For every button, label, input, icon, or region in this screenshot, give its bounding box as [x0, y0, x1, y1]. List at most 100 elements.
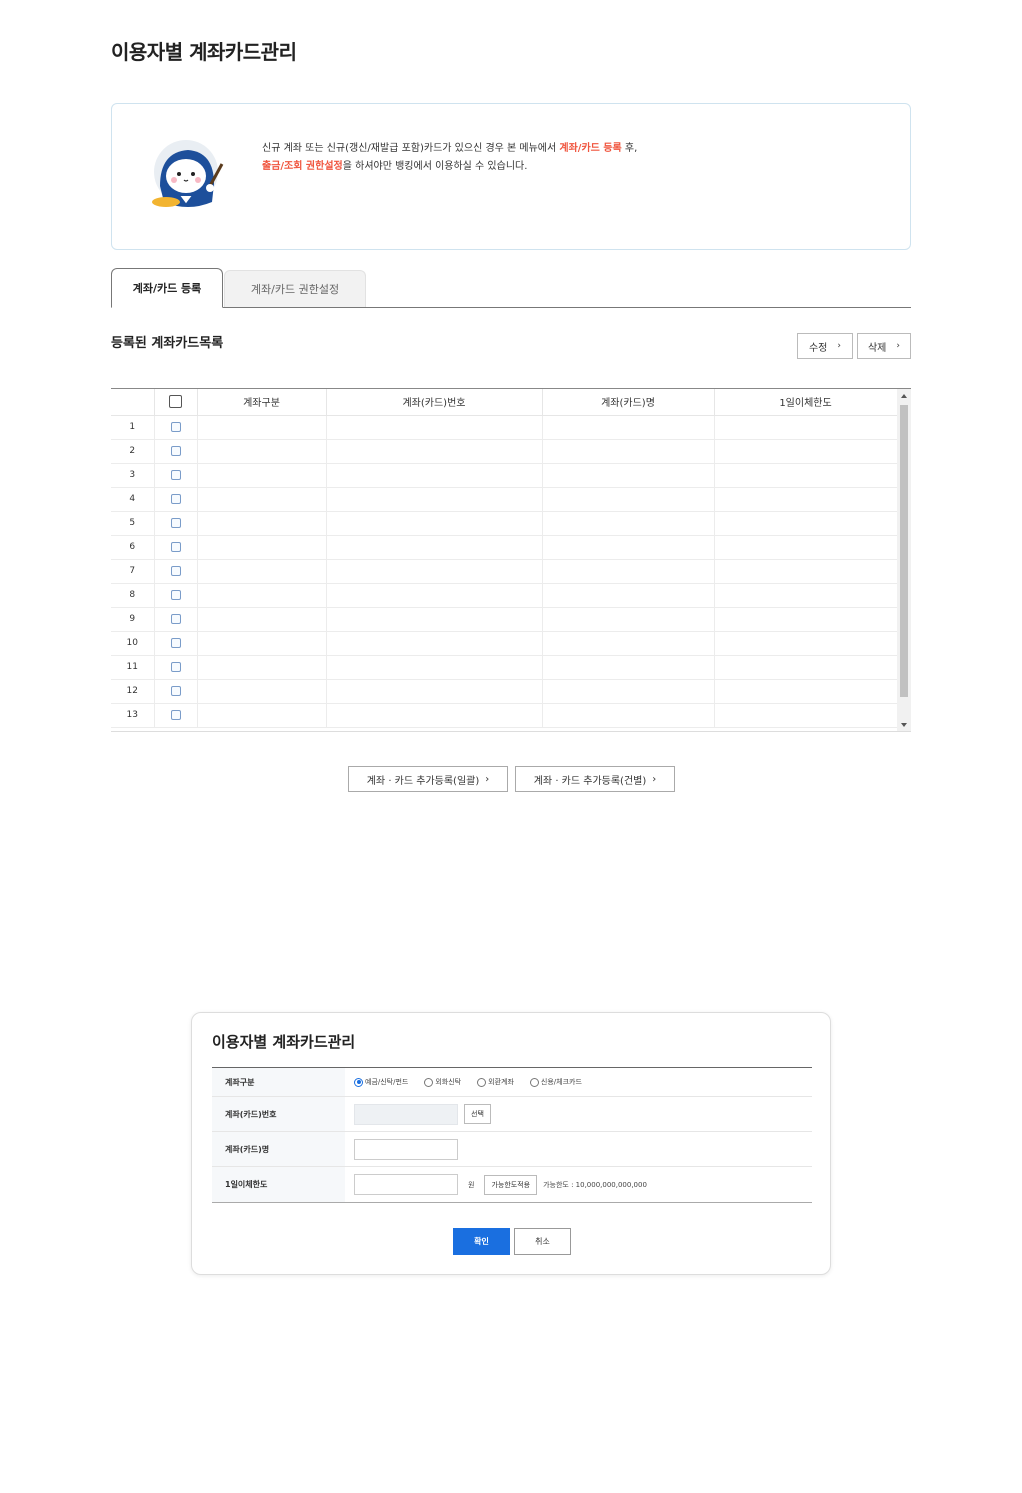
scroll-thumb[interactable]: [900, 405, 908, 697]
row-checkbox[interactable]: [170, 565, 181, 576]
row-checkbox[interactable]: [170, 445, 181, 456]
add-bulk-button[interactable]: 계좌 · 카드 추가등록(일괄) ›: [348, 766, 508, 792]
account-name-field[interactable]: [354, 1138, 458, 1160]
form-row-name: 계좌(카드)명: [212, 1132, 812, 1167]
table-row[interactable]: 4: [111, 487, 898, 512]
notice-line1: 신규 계좌 또는 신규(갱신/재발급 포함)카드가 있으신 경우 본 메뉴에서: [262, 143, 560, 154]
label-type: 계좌구분: [212, 1068, 345, 1096]
row-number: 10: [111, 631, 155, 656]
grid-header-number[interactable]: 계좌(카드)번호: [326, 389, 543, 416]
tab-account-permission[interactable]: 계좌/카드 권한설정: [224, 270, 366, 307]
apply-limit-button[interactable]: 가능한도적용: [484, 1174, 538, 1195]
daily-limit-field[interactable]: [354, 1174, 458, 1195]
table-row[interactable]: 5: [111, 511, 898, 536]
row-checkbox[interactable]: [170, 517, 181, 528]
delete-button[interactable]: 삭제 ›: [857, 333, 911, 359]
form-row-limit: 1일이체한도 원 가능한도적용 가능한도 : 10,000,000,000,00…: [212, 1167, 812, 1202]
row-checkbox[interactable]: [170, 589, 181, 600]
notice-line1-end: 후,: [621, 143, 638, 154]
row-number: 7: [111, 559, 155, 584]
row-number: 12: [111, 679, 155, 704]
row-checkbox[interactable]: [170, 469, 181, 480]
grid-header-limit[interactable]: 1일이체한도: [714, 389, 898, 416]
table-row[interactable]: 3: [111, 463, 898, 488]
radio-deposit-label: 예금/신탁/펀드: [365, 1078, 409, 1086]
row-number: 2: [111, 439, 155, 464]
notice-text: 신규 계좌 또는 신규(갱신/재발급 포함)카드가 있으신 경우 본 메뉴에서 …: [262, 140, 637, 176]
notice-highlight-permission: 출금/조회 권한설정: [262, 161, 343, 172]
section-title: 등록된 계좌카드목록: [111, 336, 224, 351]
table-row[interactable]: 7: [111, 559, 898, 584]
radio-card-label: 신용/체크카드: [540, 1078, 582, 1086]
table-row[interactable]: 11: [111, 655, 898, 680]
account-grid: 계좌구분 계좌(카드)번호 계좌(카드)명 1일이체한도 1 2 3 4 5 6…: [111, 388, 911, 732]
select-account-button[interactable]: 선택: [464, 1104, 491, 1124]
row-number: 3: [111, 463, 155, 488]
account-number-field: [354, 1103, 458, 1125]
chevron-right-icon: ›: [837, 341, 841, 351]
row-checkbox[interactable]: [170, 709, 181, 720]
chevron-right-icon: ›: [896, 341, 900, 351]
dialog-title: 이용자별 계좌카드관리: [212, 1033, 356, 1051]
table-row[interactable]: 1: [111, 415, 898, 440]
grid-header-rownum: [111, 389, 155, 416]
row-number: 1: [111, 415, 155, 440]
row-number: 4: [111, 487, 155, 512]
row-checkbox[interactable]: [170, 493, 181, 504]
row-checkbox[interactable]: [170, 661, 181, 672]
row-checkbox[interactable]: [170, 637, 181, 648]
form-row-number: 계좌(카드)번호 선택: [212, 1097, 812, 1132]
unit-label: 원: [468, 1180, 475, 1189]
mascot-image: [146, 138, 232, 218]
add-single-label: 계좌 · 카드 추가등록(건별): [533, 775, 647, 787]
label-name: 계좌(카드)명: [212, 1132, 345, 1166]
row-checkbox[interactable]: [170, 685, 181, 696]
chevron-right-icon: ›: [652, 773, 657, 785]
page-title: 이용자별 계좌카드관리: [111, 40, 297, 64]
edit-button[interactable]: 수정 ›: [797, 333, 853, 359]
row-number: 9: [111, 607, 155, 632]
radio-foreign-trust[interactable]: 외화신탁: [424, 1077, 461, 1087]
radio-icon: [424, 1077, 434, 1087]
table-row[interactable]: 10: [111, 631, 898, 656]
row-number: 6: [111, 535, 155, 560]
form-row-type: 계좌구분 예금/신탁/펀드 외화신탁 외환계좌 신용/체크카드: [212, 1068, 812, 1097]
table-row[interactable]: 6: [111, 535, 898, 560]
account-dialog: 이용자별 계좌카드관리 계좌구분 예금/신탁/펀드 외화신탁 외환계좌 신용/체…: [191, 1012, 831, 1275]
grid-scrollbar[interactable]: [897, 389, 911, 731]
table-row[interactable]: 8: [111, 583, 898, 608]
edit-button-label: 수정: [808, 342, 828, 354]
radio-card[interactable]: 신용/체크카드: [529, 1077, 582, 1087]
row-number: 5: [111, 511, 155, 536]
table-row[interactable]: 12: [111, 679, 898, 704]
table-row[interactable]: 13: [111, 703, 898, 728]
delete-button-label: 삭제: [867, 342, 887, 354]
notice-highlight-register: 계좌/카드 등록: [559, 143, 622, 154]
table-row[interactable]: 2: [111, 439, 898, 464]
row-checkbox[interactable]: [170, 421, 181, 432]
table-row[interactable]: 9: [111, 607, 898, 632]
select-all-checkbox[interactable]: [169, 395, 182, 409]
grid-header-row: 계좌구분 계좌(카드)번호 계좌(카드)명 1일이체한도: [111, 389, 898, 416]
scroll-down-icon[interactable]: [901, 723, 907, 727]
scroll-up-icon[interactable]: [901, 394, 907, 398]
radio-foreign-trust-label: 외화신탁: [435, 1078, 462, 1086]
cancel-button[interactable]: 취소: [514, 1228, 571, 1255]
row-number: 11: [111, 655, 155, 680]
tab-account-register[interactable]: 계좌/카드 등록: [111, 268, 223, 308]
tab-bar: 계좌/카드 등록 계좌/카드 권한설정: [111, 268, 911, 308]
account-form: 계좌구분 예금/신탁/펀드 외화신탁 외환계좌 신용/체크카드 계좌(카드)번호…: [212, 1067, 812, 1203]
row-checkbox[interactable]: [170, 613, 181, 624]
row-checkbox[interactable]: [170, 541, 181, 552]
grid-header-name[interactable]: 계좌(카드)명: [542, 389, 715, 416]
radio-selected-icon: [354, 1077, 363, 1087]
grid-header-type[interactable]: 계좌구분: [197, 389, 327, 416]
notice-line2: 을 하셔야만 뱅킹에서 이용하실 수 있습니다.: [342, 161, 528, 172]
radio-fx-account[interactable]: 외환계좌: [477, 1077, 514, 1087]
radio-deposit[interactable]: 예금/신탁/펀드: [354, 1077, 408, 1087]
add-single-button[interactable]: 계좌 · 카드 추가등록(건별) ›: [515, 766, 675, 792]
confirm-button[interactable]: 확인: [453, 1228, 510, 1255]
radio-fx-account-label: 외환계좌: [488, 1078, 514, 1086]
label-number: 계좌(카드)번호: [212, 1097, 345, 1131]
row-number: 8: [111, 583, 155, 608]
